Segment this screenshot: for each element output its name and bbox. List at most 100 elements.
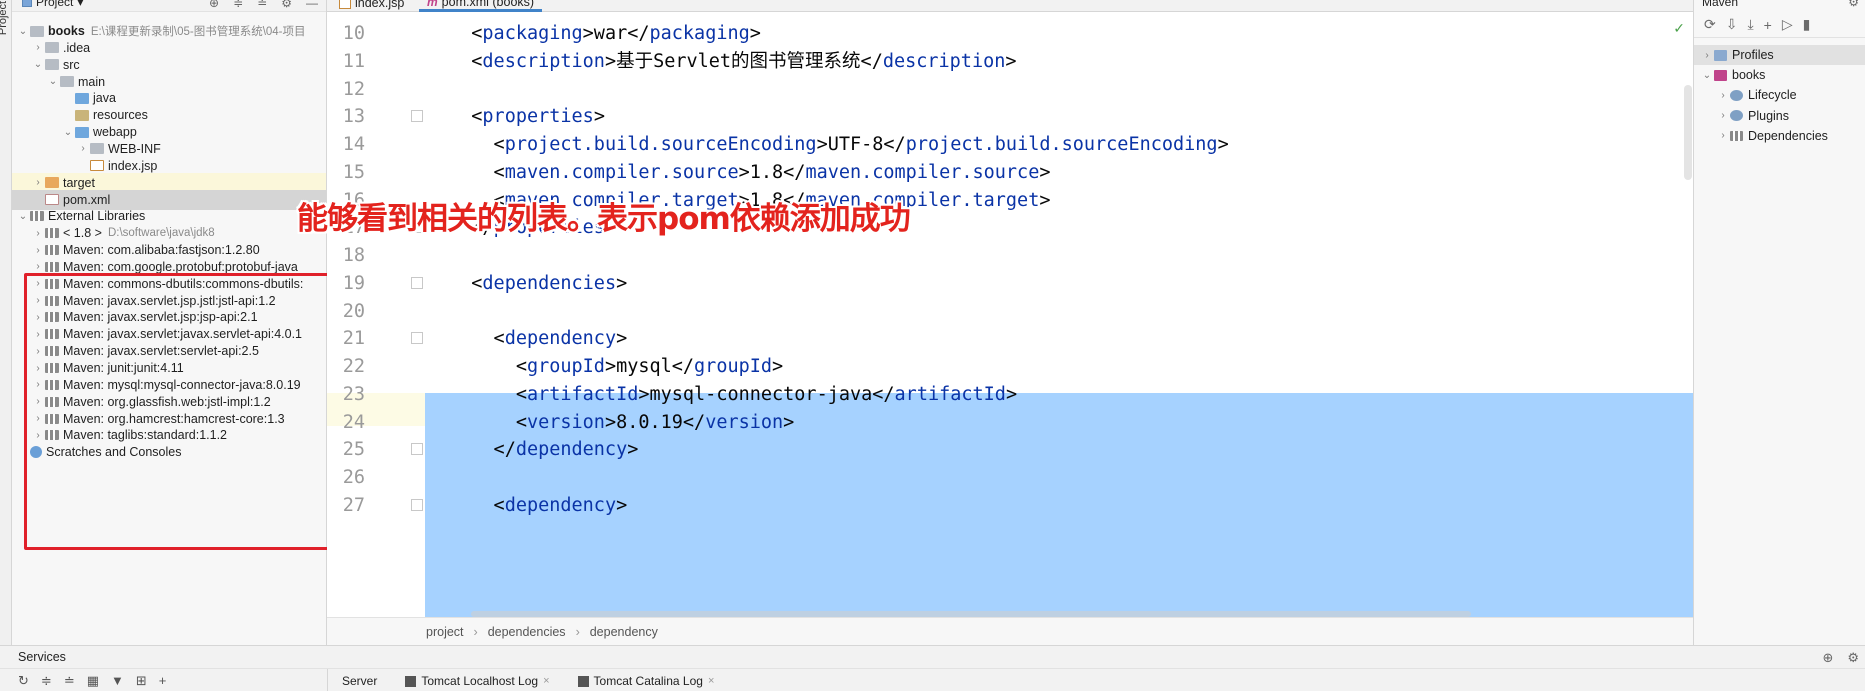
gear-icon[interactable]: ⚙ [1847,650,1859,666]
run-icon[interactable]: ▷ [1782,16,1793,33]
chevron-down-icon[interactable]: ⌄ [1700,70,1714,81]
chevron-right-icon[interactable]: › [31,278,45,289]
chevron-down-icon[interactable]: ⌄ [16,26,30,37]
services-tab-tomcat-localhost-log[interactable]: Tomcat Localhost Log × [391,669,563,691]
chevron-down-icon[interactable]: ⌄ [31,59,45,70]
library-icon [45,278,59,289]
project-panel-header: Project ▾ ⊕ ≑ ≐ ⚙ — [12,0,326,12]
toggle-offline-icon[interactable]: ▮ [1803,16,1811,33]
refresh-icon[interactable]: ↻ [18,673,29,689]
chevron-down-icon[interactable]: ⌄ [61,127,75,138]
chevron-right-icon[interactable]: › [1700,50,1714,61]
services-log-tabs: Server Tomcat Localhost Log × Tomcat Catali… [327,669,728,691]
chevron-right-icon[interactable]: › [31,329,45,340]
library-icon [45,228,59,239]
editor-tabs: index.jsp m pom.xml (books) [327,0,1693,12]
chevron-down-icon[interactable]: ⌄ [16,211,30,222]
expand-all-icon[interactable]: ≑ [41,673,52,689]
maven-panel-title: Maven [1702,0,1739,9]
add-icon[interactable]: + [1764,17,1772,33]
breadcrumb: project › dependencies › dependency [327,617,1693,645]
tab-pom-xml-books-[interactable]: m pom.xml (books) [419,0,543,12]
tree-item-label: Maven: taglibs:standard:1.1.2 [63,428,227,443]
maven-toolbar: ⟳ ⇩ ⤓ + ▷ ▮ [1694,12,1865,38]
chevron-right-icon[interactable]: › [31,363,45,374]
expand-all-icon[interactable]: ≑ [233,0,243,10]
jsp-file-icon [90,160,104,172]
filter-icon[interactable]: ▼ [111,673,124,689]
close-icon[interactable]: × [708,666,714,691]
new-window-icon[interactable]: ⊞ [136,673,147,689]
chevron-right-icon[interactable]: › [31,261,45,272]
lifecycle-icon [1730,89,1743,101]
chevron-right-icon[interactable]: › [31,177,45,188]
chevron-right-icon[interactable]: › [1716,130,1730,141]
library-icon [45,245,59,256]
fold-marker-icon[interactable] [411,443,423,456]
gear-icon[interactable]: ⚙ [1848,0,1859,9]
library-icon [45,295,59,306]
tree-item-label: .idea [63,40,91,55]
maven-item-label: Profiles [1732,48,1774,62]
services-tab-tomcat-catalina-log[interactable]: Tomcat Catalina Log × [564,669,729,691]
library-icon [45,329,59,340]
chevron-right-icon[interactable]: › [31,396,45,407]
group-icon[interactable]: ▦ [87,673,99,689]
download-icon[interactable]: ⤓ [1747,16,1753,33]
maven-lifecycle[interactable]: › Lifecycle [1694,85,1865,105]
fold-marker-icon[interactable] [411,498,423,511]
services-toolbar: ↻ ≑ ≐ ▦ ▼ ⊞ + Server Tomcat Localhost Log × Tomca… [0,668,1865,691]
minimize-icon[interactable]: — [306,0,318,10]
chevron-right-icon[interactable]: › [31,245,45,256]
maven-plugins[interactable]: › Plugins [1694,106,1865,126]
close-icon[interactable]: × [543,666,549,691]
tree-scratches[interactable]: Scratches and Consoles [12,442,326,462]
fold-marker-icon[interactable] [411,276,423,289]
log-icon [577,675,589,687]
gear-icon[interactable]: ⚙ [281,0,292,10]
services-tab-server[interactable]: Server [328,669,391,691]
chevron-right-icon[interactable]: › [1716,110,1730,121]
services-header-tools: ⊕ ⚙ [1822,650,1859,666]
tree-item-label: index.jsp [108,158,158,173]
collapse-all-icon[interactable]: ≐ [64,673,75,689]
maven-file-icon [45,194,59,205]
chevron-right-icon[interactable]: › [31,379,45,390]
chevron-right-icon[interactable]: › [31,295,45,306]
maven-books[interactable]: ⌄ books [1694,65,1865,85]
download-sources-icon[interactable]: ⇩ [1726,16,1738,33]
locate-icon[interactable]: ⊕ [209,0,219,10]
tree-item-label: target [63,175,95,190]
library-icon [45,413,59,424]
breadcrumb-project[interactable]: project [426,625,464,639]
source-folder-icon [75,92,89,104]
tree-item-label: Maven: javax.servlet.jsp:jsp-api:2.1 [63,310,258,325]
breadcrumb-dependencies[interactable]: dependencies [488,625,566,639]
code-line: 27 <dependency> [327,489,1693,522]
project-tool-window-label[interactable]: Project [0,1,9,35]
project-view-selector[interactable]: Project ▾ [22,0,83,9]
chevron-right-icon[interactable]: › [31,413,45,424]
chevron-right-icon[interactable]: › [31,228,45,239]
chevron-right-icon[interactable]: › [1716,90,1730,101]
add-icon[interactable]: + [159,673,167,689]
chevron-down-icon[interactable]: ⌄ [46,76,60,87]
chevron-right-icon[interactable]: › [31,42,45,53]
collapse-all-icon[interactable]: ≐ [257,0,267,10]
fold-marker-icon[interactable] [411,332,423,345]
fold-marker-icon[interactable] [411,110,423,123]
maven-dependencies[interactable]: › Dependencies [1694,126,1865,146]
breadcrumb-dependency[interactable]: dependency [590,625,658,639]
no-problems-check-icon[interactable]: ✓ [1673,20,1685,37]
maven-profiles[interactable]: › Profiles [1694,45,1865,65]
chevron-right-icon[interactable]: › [31,346,45,357]
tab-index-jsp[interactable]: index.jsp [331,0,412,12]
chevron-right-icon[interactable]: › [31,430,45,441]
reload-icon[interactable]: ⟳ [1704,16,1716,33]
crosshair-icon[interactable]: ⊕ [1822,650,1833,666]
chevron-right-icon[interactable]: › [31,312,45,323]
log-icon [405,675,417,687]
chevron-right-icon[interactable]: › [76,143,90,154]
code-area[interactable]: 10 <packaging>war</packaging> 11 <descrip… [327,12,1693,617]
vertical-scrollbar[interactable] [1684,85,1692,180]
